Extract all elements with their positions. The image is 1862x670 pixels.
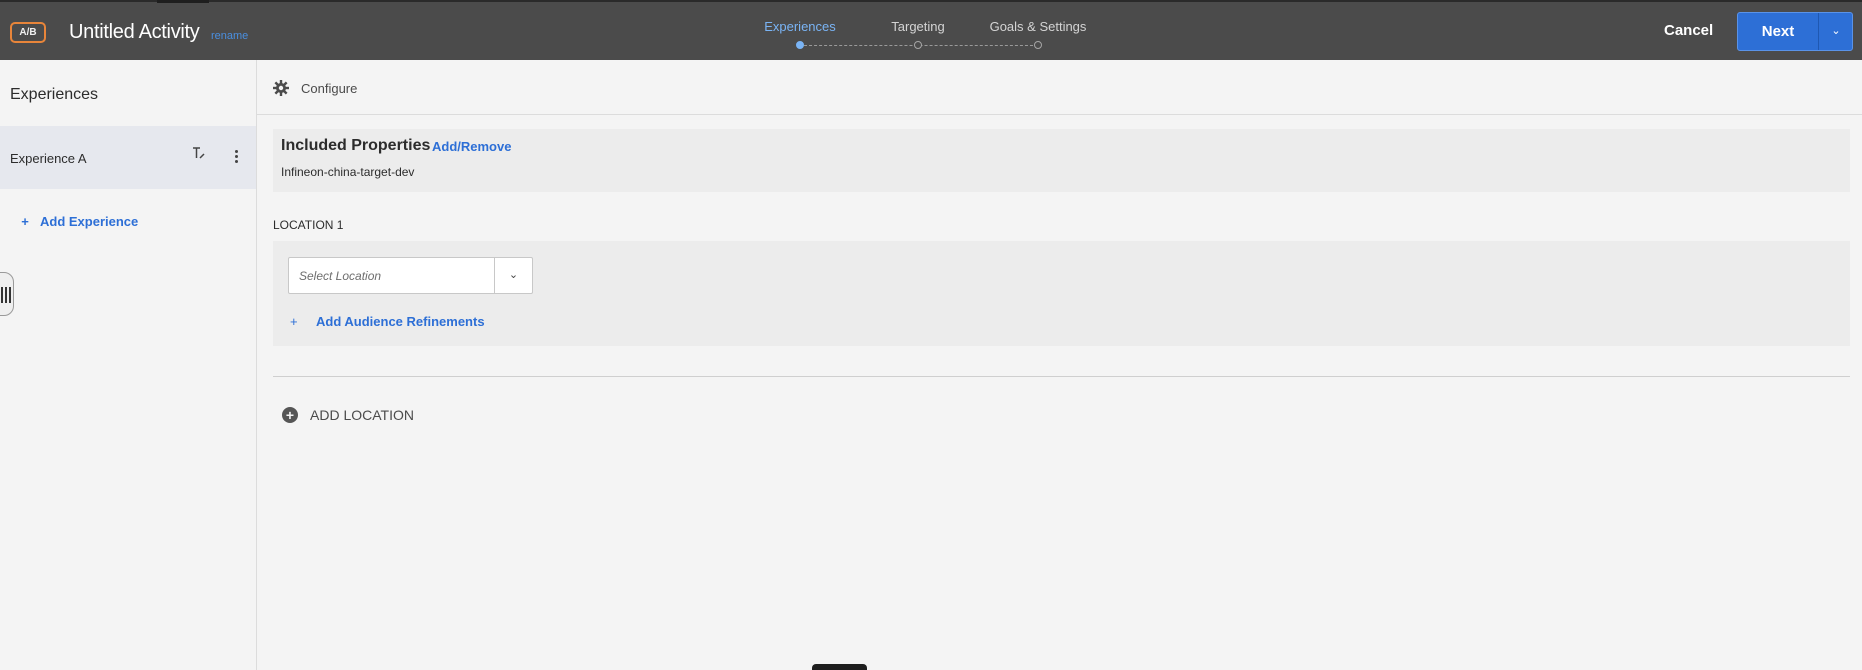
included-properties-panel: Included Properties Add/Remove Infineon-… (273, 129, 1850, 192)
add-experience-button[interactable]: + Add Experience (18, 214, 138, 229)
rename-link[interactable]: rename (211, 30, 248, 42)
workflow-steps: Experiences Targeting Goals & Settings (760, 19, 1100, 53)
top-bar: A/B Untitled Activity rename Experiences… (0, 0, 1862, 60)
add-audience-refinements-label: Add Audience Refinements (316, 314, 485, 329)
cancel-button[interactable]: Cancel (1660, 20, 1717, 41)
add-experience-label: Add Experience (40, 214, 139, 229)
activity-type-badge: A/B (10, 22, 46, 43)
activity-title: Untitled Activity (69, 21, 200, 43)
configure-label: Configure (301, 81, 358, 96)
plus-icon: + (21, 214, 29, 229)
next-button[interactable]: Next (1738, 13, 1818, 50)
select-location-placeholder: Select Location (299, 269, 382, 283)
next-options-button[interactable]: ⌄ (1819, 13, 1853, 50)
add-remove-properties-link[interactable]: Add/Remove (432, 139, 511, 154)
add-audience-refinements-button[interactable]: + Add Audience Refinements (290, 314, 485, 329)
location-divider (273, 376, 1850, 377)
plus-circle-icon: + (282, 407, 298, 423)
sidebar-title: Experiences (10, 86, 99, 103)
select-location-dropdown[interactable]: Select Location ⌄ (288, 257, 533, 294)
bottom-tab (812, 664, 867, 670)
experience-item[interactable]: Experience A (0, 126, 256, 189)
experiences-sidebar: Experiences Experience A + Add Experience (0, 60, 257, 670)
step-dot-experiences (796, 41, 804, 49)
gear-icon (272, 79, 290, 97)
plus-icon: + (290, 314, 298, 329)
step-dot-goals-settings (1034, 41, 1042, 49)
edit-name-icon[interactable] (192, 146, 208, 166)
add-location-label: ADD LOCATION (310, 407, 414, 423)
included-properties-title: Included Properties (281, 137, 431, 154)
window-notch (157, 0, 209, 3)
property-name: Infineon-china-target-dev (281, 165, 415, 179)
panel-drag-handle[interactable] (0, 272, 14, 316)
step-targeting[interactable]: Targeting (891, 19, 944, 34)
experience-name: Experience A (10, 151, 87, 166)
chevron-down-icon: ⌄ (1831, 25, 1841, 37)
more-options-icon[interactable] (232, 148, 240, 166)
location-label: LOCATION 1 (273, 218, 344, 232)
step-experiences[interactable]: Experiences (764, 19, 836, 34)
location-dropdown-toggle[interactable]: ⌄ (494, 258, 532, 293)
step-goals-settings[interactable]: Goals & Settings (990, 19, 1087, 34)
next-button-group: Next ⌄ (1737, 12, 1853, 51)
chevron-down-icon: ⌄ (508, 269, 519, 281)
location-panel: Select Location ⌄ + Add Audience Refineme… (273, 241, 1850, 346)
step-dot-targeting (914, 41, 922, 49)
main-divider (257, 114, 1862, 115)
